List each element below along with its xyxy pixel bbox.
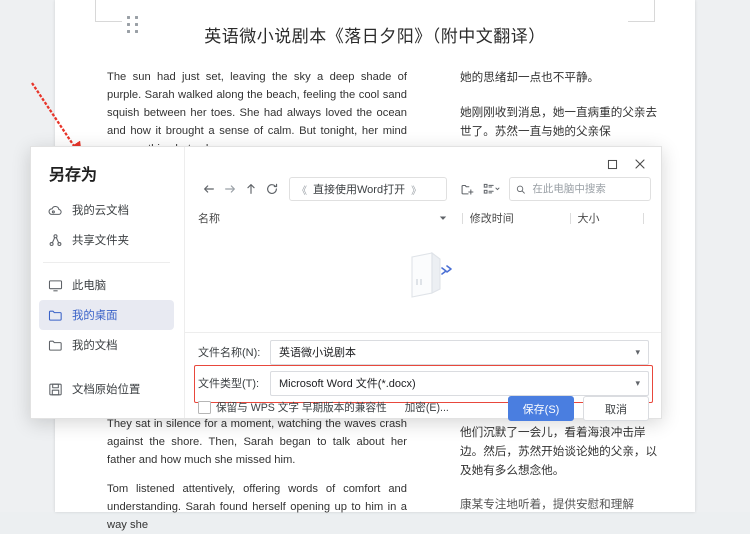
dialog-main-pane: 《 直接使用Word打开 》 在此电脑中搜索 名称 修改时间 大小 文件名称(N… xyxy=(184,147,661,421)
folder-icon xyxy=(48,340,62,351)
compat-checkbox-label: 保留与 WPS 文字 早期版本的兼容性 xyxy=(216,402,387,414)
file-name-value: 英语微小说剧本 xyxy=(279,347,356,359)
maximize-button[interactable] xyxy=(599,153,625,175)
sidebar-nav-list: 我的云文档 共享文件夹 此电脑 我的桌面 我的文档 文档原始位置 xyxy=(31,195,184,404)
arrow-left-icon xyxy=(203,185,214,193)
paragraph-zh-2: 她刚刚收到消息，她一直病重的父亲去世了。苏然一直与她的父亲保 xyxy=(460,106,658,138)
paragraph-zh-4: 康某专注地听着，提供安慰和理解 xyxy=(460,498,634,511)
chevron-down-icon xyxy=(439,216,447,220)
close-icon xyxy=(635,159,645,169)
file-name-input[interactable]: 英语微小说剧本 ▾ xyxy=(270,339,649,365)
header-divider xyxy=(643,212,644,224)
sidebar-item-document-origin[interactable]: 文档原始位置 xyxy=(39,374,174,404)
save-as-dialog: 另存为 我的云文档 共享文件夹 此电脑 我的桌面 我的文档 文档原始位置 《 直… xyxy=(30,146,662,421)
compat-checkbox[interactable] xyxy=(198,401,211,414)
dialog-divider xyxy=(184,332,661,333)
sidebar-item-my-desktop[interactable]: 我的桌面 xyxy=(39,300,174,330)
address-bar: 《 直接使用Word打开 》 xyxy=(198,176,651,202)
file-name-row: 文件名称(N): 英语微小说剧本 ▾ xyxy=(198,339,649,365)
chevron-down-icon[interactable]: ▾ xyxy=(635,347,640,358)
sidebar-item-label: 文档原始位置 xyxy=(72,384,141,396)
sidebar-item-my-cloud-documents[interactable]: 我的云文档 xyxy=(39,195,174,225)
file-list-column-headers: 名称 修改时间 大小 xyxy=(198,207,651,229)
breadcrumb-suffix: 》 xyxy=(411,185,422,197)
arrow-right-icon xyxy=(224,185,235,193)
page-corner-mark-left xyxy=(95,0,122,22)
breadcrumb-prefix: 《 xyxy=(297,185,307,197)
sidebar-item-label: 此电脑 xyxy=(72,280,107,292)
sidebar-item-label: 我的云文档 xyxy=(72,205,129,217)
page-corner-mark-right xyxy=(628,0,655,22)
header-divider xyxy=(569,212,571,224)
paragraph-en-1: The sun had just set, leaving the sky a … xyxy=(107,71,407,155)
header-divider xyxy=(461,212,463,224)
save-disk-icon xyxy=(49,383,62,395)
file-type-row: 文件类型(T): Microsoft Word 文件(*.docx) ▾ xyxy=(198,370,649,396)
dialog-heading: 另存为 xyxy=(49,167,98,184)
breadcrumb-location: 直接使用Word打开 xyxy=(313,184,406,196)
paragraph-zh-3: 他们沉默了一会儿，看着海浪冲击岸边。然后，苏然开始谈论她的父亲，以及她有多么想念… xyxy=(460,426,658,477)
search-input[interactable] xyxy=(530,182,644,196)
file-name-label: 文件名称(N): xyxy=(198,347,261,359)
paragraph-en-3: Tom listened attentively, offering words… xyxy=(107,483,407,531)
forward-button[interactable] xyxy=(219,179,240,200)
sidebar-item-my-documents[interactable]: 我的文档 xyxy=(39,330,174,360)
arrow-up-icon xyxy=(246,184,255,194)
maximize-icon xyxy=(607,159,617,169)
sidebar-item-label: 共享文件夹 xyxy=(72,235,129,247)
paragraph-en-2: They sat in silence for a moment, watchi… xyxy=(107,418,407,466)
column-header-name[interactable]: 名称 xyxy=(198,210,455,226)
paragraph-zh-1: 她的思绪却一点也不平静。 xyxy=(460,71,600,84)
refresh-button[interactable] xyxy=(261,179,282,200)
sidebar-item-label: 我的文档 xyxy=(72,340,118,352)
window-controls xyxy=(599,153,653,175)
new-folder-button[interactable] xyxy=(456,178,478,200)
column-header-name-label: 名称 xyxy=(198,213,220,225)
view-options-icon xyxy=(483,183,499,194)
view-options-button[interactable] xyxy=(480,178,502,200)
file-type-select[interactable]: Microsoft Word 文件(*.docx) ▾ xyxy=(270,370,649,396)
sidebar-item-this-pc[interactable]: 此电脑 xyxy=(39,270,174,300)
compatibility-option: 保留与 WPS 文字 早期版本的兼容性 加密(E)... xyxy=(198,400,449,415)
save-button[interactable]: 保存(S) xyxy=(508,396,574,421)
sidebar-item-label: 我的桌面 xyxy=(72,310,118,322)
encrypt-link[interactable]: 加密(E)... xyxy=(405,400,449,415)
sidebar-divider xyxy=(43,262,170,263)
chevron-down-icon[interactable]: ▾ xyxy=(635,378,640,389)
refresh-icon xyxy=(266,183,277,194)
search-box[interactable] xyxy=(509,177,651,201)
close-button[interactable] xyxy=(627,153,653,175)
share-network-icon xyxy=(49,233,62,246)
empty-folder-illustration xyxy=(410,251,452,298)
file-type-value: Microsoft Word 文件(*.docx) xyxy=(279,378,416,390)
dialog-sidebar: 另存为 我的云文档 共享文件夹 此电脑 我的桌面 我的文档 文档原始位置 xyxy=(31,147,185,418)
column-header-modified[interactable]: 修改时间 xyxy=(470,210,563,226)
cloud-icon xyxy=(48,205,62,215)
page-title: 英语微小说剧本《落日夕阳》（附中文翻译） xyxy=(204,27,546,46)
file-list-area[interactable] xyxy=(198,231,651,327)
back-button[interactable] xyxy=(198,179,219,200)
breadcrumb[interactable]: 《 直接使用Word打开 》 xyxy=(289,177,447,201)
sidebar-item-shared-folder[interactable]: 共享文件夹 xyxy=(39,225,174,255)
column-header-size[interactable]: 大小 xyxy=(577,210,636,226)
dialog-action-buttons: 保存(S) 取消 xyxy=(508,396,649,421)
search-icon xyxy=(516,185,525,194)
folder-icon xyxy=(48,310,62,321)
file-type-label: 文件类型(T): xyxy=(198,378,260,390)
up-button[interactable] xyxy=(240,179,261,200)
cancel-button[interactable]: 取消 xyxy=(583,396,649,421)
new-folder-icon xyxy=(461,184,473,195)
monitor-icon xyxy=(48,279,63,291)
